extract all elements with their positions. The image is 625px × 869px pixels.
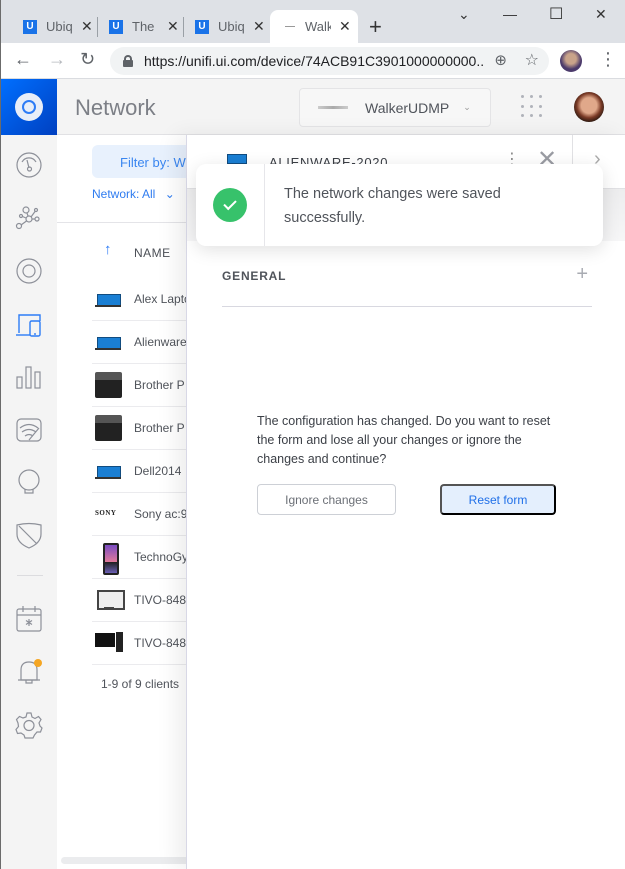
tivo-monitor-icon: [95, 586, 125, 614]
ubiquiti-favicon-icon: U: [109, 19, 123, 34]
config-changed-message: The configuration has changed. Do you wa…: [257, 414, 551, 466]
table-row[interactable]: TIVO-848: [92, 622, 197, 665]
forward-icon[interactable]: →: [48, 49, 66, 70]
user-avatar[interactable]: [574, 92, 604, 122]
app-header: Network WalkerUDMP ⌄: [1, 79, 625, 135]
table-row[interactable]: Brother P: [92, 407, 197, 450]
new-tab-button[interactable]: +: [369, 14, 382, 40]
horizontal-scrollbar[interactable]: [61, 857, 197, 864]
expand-plus-icon[interactable]: +: [576, 263, 588, 286]
client-name: Dell2014: [134, 464, 182, 478]
table-row[interactable]: Sony ac:9: [92, 493, 197, 536]
table-row[interactable]: Alienware: [92, 321, 197, 364]
lock-icon: [123, 55, 133, 67]
tab-search-icon[interactable]: ⌄: [458, 6, 470, 23]
minimize-icon[interactable]: —: [503, 6, 517, 22]
bookmark-star-icon[interactable]: ☆: [525, 50, 539, 70]
client-name: Alienware: [134, 335, 187, 349]
client-name: Sony ac:9: [134, 507, 188, 521]
toast-icon-area: [196, 164, 265, 246]
table-row[interactable]: Brother P: [92, 364, 197, 407]
tab-close-icon[interactable]: ✕: [253, 18, 265, 35]
divider: [57, 222, 197, 223]
browser-tab-active[interactable]: — WalkerUDMP ✕: [270, 10, 358, 43]
sidebar-divider: [17, 575, 43, 576]
reload-icon[interactable]: ↻: [80, 49, 95, 70]
chevron-down-icon: ⌄: [463, 102, 471, 112]
section-label: GENERAL: [222, 269, 287, 283]
clients-icon[interactable]: [15, 311, 43, 339]
table-row[interactable]: Dell2014: [92, 450, 197, 493]
dashboard-icon[interactable]: [15, 151, 43, 179]
browser-menu-icon[interactable]: ⋮: [599, 49, 617, 70]
app-title: Network: [75, 95, 156, 120]
zoom-icon[interactable]: ⊕: [494, 51, 507, 69]
browser-tab[interactable]: U Ubiquiti ✕: [1, 10, 93, 43]
client-name: TIVO-848: [134, 636, 187, 650]
browser-tab[interactable]: U The ✕: [87, 10, 179, 43]
tab-title: Ubiquiti: [46, 19, 72, 34]
smartphone-icon: [95, 543, 123, 575]
success-toast: The network changes were saved successfu…: [196, 164, 603, 246]
browser-tab[interactable]: U Ubiquiti ✕: [173, 10, 265, 43]
unifi-logo-icon: [15, 93, 43, 121]
client-name: Brother P: [134, 378, 185, 392]
chevron-down-icon: ⌄: [164, 187, 175, 201]
gateway-device-icon: [318, 106, 348, 109]
printer-icon: [95, 414, 123, 442]
table-row[interactable]: TechnoGym: [92, 536, 197, 579]
maximize-icon[interactable]: ☐: [549, 4, 563, 24]
unifi-logo[interactable]: [1, 79, 57, 135]
statistics-icon[interactable]: [15, 363, 43, 391]
back-icon[interactable]: ←: [14, 49, 32, 70]
device-name: WalkerUDMP: [365, 99, 450, 116]
events-calendar-icon[interactable]: [15, 605, 43, 633]
client-name: Brother P: [134, 421, 185, 435]
window-close-icon[interactable]: ✕: [595, 6, 607, 23]
url-text[interactable]: https://unifi.ui.com/device/74ACB91C3901…: [144, 53, 484, 69]
laptop-icon: [95, 285, 123, 313]
section-general[interactable]: GENERAL +: [222, 257, 592, 307]
table-row[interactable]: TIVO-848: [92, 579, 197, 622]
clients-count: 1-9 of 9 clients: [101, 677, 180, 691]
column-header-name[interactable]: NAME: [134, 246, 171, 260]
devices-icon[interactable]: [15, 257, 43, 285]
device-favicon-icon: —: [285, 21, 295, 32]
address-bar[interactable]: https://unifi.ui.com/device/74ACB91C3901…: [110, 47, 549, 75]
sidebar-nav: [1, 135, 57, 869]
browser-profile-avatar[interactable]: [560, 50, 582, 72]
tab-title: The: [132, 19, 155, 34]
security-shield-icon[interactable]: [15, 521, 43, 549]
topology-icon[interactable]: [15, 205, 43, 233]
browser-tab-strip: U Ubiquiti ✕ U The ✕ U Ubiquiti ✕ — Walk…: [1, 0, 625, 43]
clients-list: Filter by: W Network: All ⌄ ↑ NAME Alex …: [57, 135, 212, 869]
laptop-icon: [227, 154, 247, 164]
app-launcher-icon[interactable]: [521, 95, 545, 119]
notifications-bell-icon[interactable]: [15, 658, 43, 686]
ubiquiti-favicon-icon: U: [195, 19, 209, 34]
desktop-computer-icon: [95, 629, 123, 657]
alarms-bulb-icon[interactable]: [15, 468, 43, 496]
insights-icon[interactable]: [15, 416, 43, 444]
network-filter-label: Network: All: [92, 187, 156, 201]
reset-form-button[interactable]: Reset form: [440, 484, 556, 515]
device-selector[interactable]: WalkerUDMP ⌄: [299, 88, 491, 127]
tab-title: Ubiquiti: [218, 19, 244, 34]
laptop-icon: [95, 328, 123, 356]
sony-logo-icon: [95, 500, 123, 528]
tab-close-icon[interactable]: ✕: [339, 18, 351, 35]
ignore-changes-button[interactable]: Ignore changes: [257, 484, 396, 515]
tab-title: WalkerUDMP: [305, 19, 331, 34]
toast-message: The network changes were saved successfu…: [284, 186, 501, 226]
client-name: TIVO-848: [134, 593, 187, 607]
browser-toolbar: ← → ↻ https://unifi.ui.com/device/74ACB9…: [1, 43, 625, 79]
table-row[interactable]: Alex Laptop: [92, 278, 197, 321]
ubiquiti-favicon-icon: U: [23, 19, 37, 34]
laptop-icon: [95, 457, 123, 485]
sort-ascending-icon[interactable]: ↑: [104, 241, 112, 258]
success-check-icon: [213, 188, 247, 222]
printer-icon: [95, 371, 123, 399]
network-filter-dropdown[interactable]: Network: All ⌄: [92, 187, 175, 201]
settings-gear-icon[interactable]: [15, 711, 43, 739]
